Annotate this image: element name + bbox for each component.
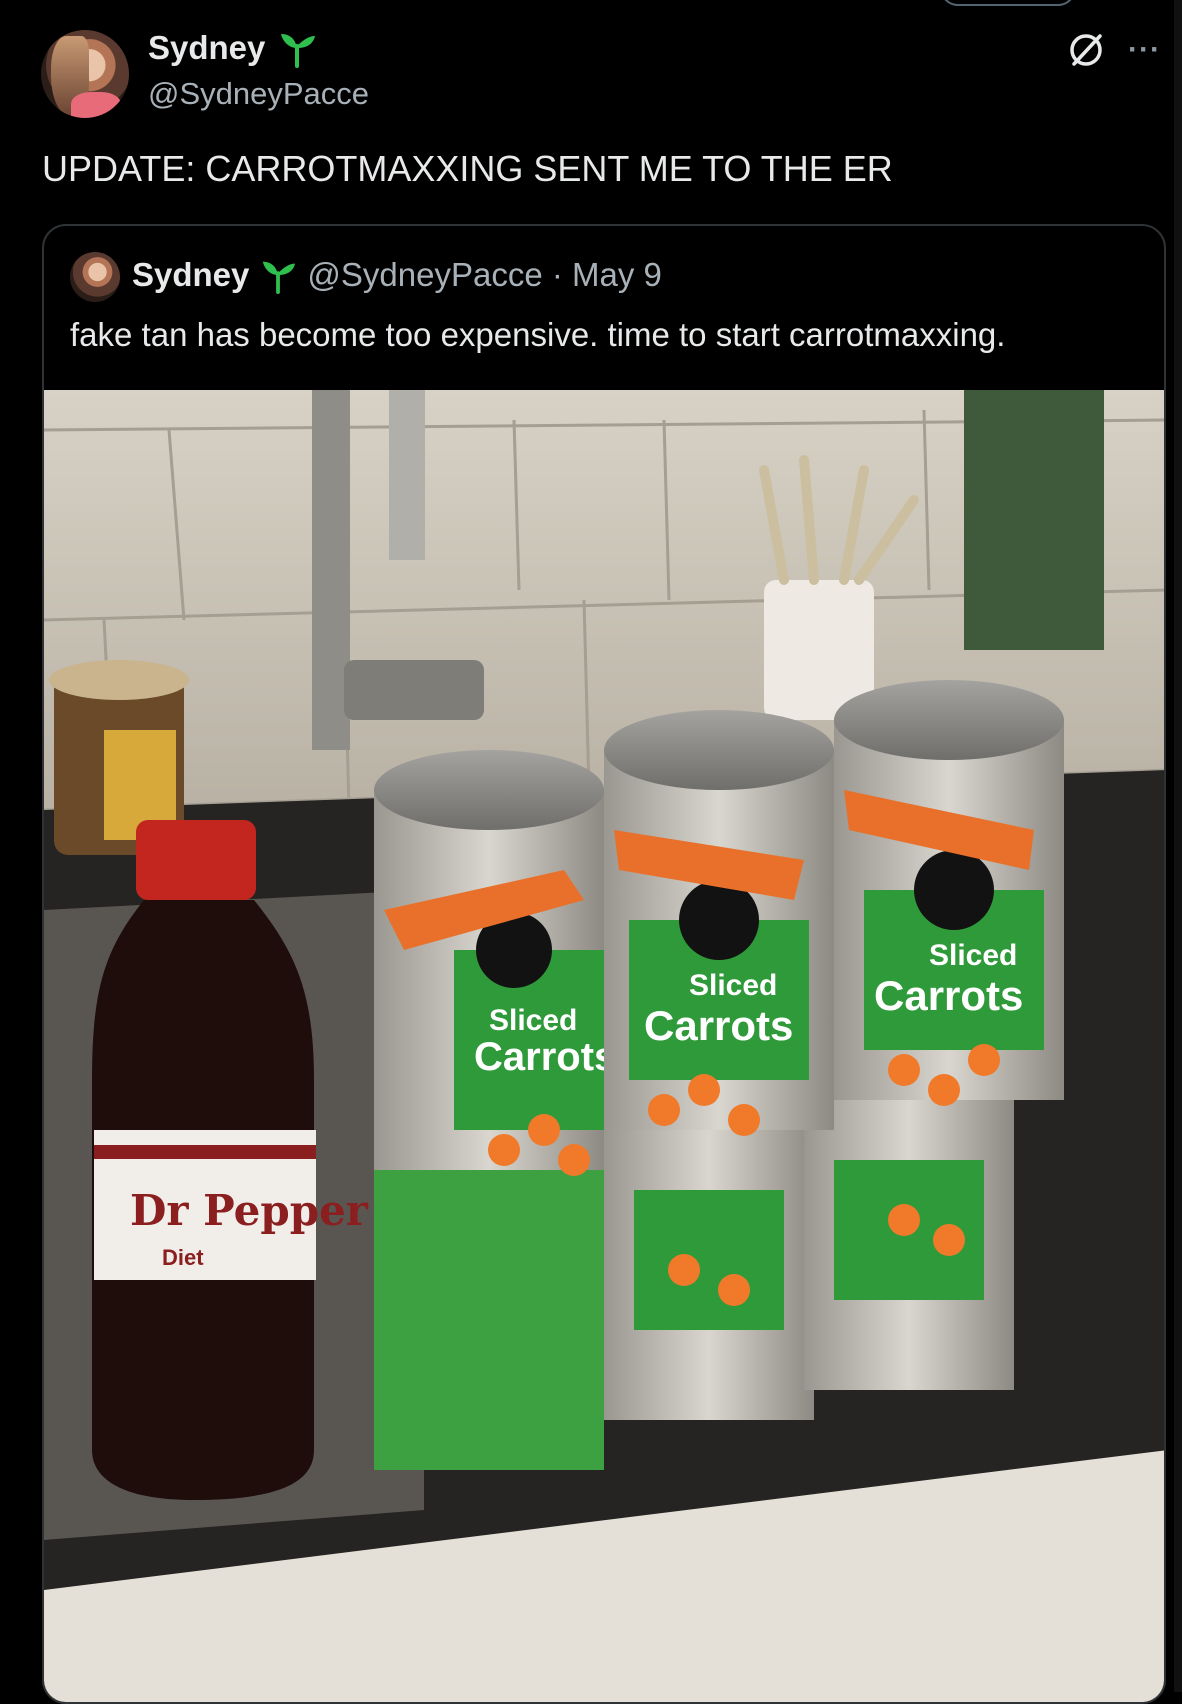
grok-icon[interactable] <box>1066 30 1106 70</box>
scrollbar-track[interactable] <box>1174 0 1182 1692</box>
author-handle[interactable]: @SydneyPacce <box>148 76 369 112</box>
author-display-name[interactable]: Sydney <box>148 29 265 67</box>
quoted-header: Sydney @SydneyPacce · May 9 <box>132 256 662 294</box>
faucet-head <box>389 390 425 560</box>
avatar[interactable] <box>41 30 129 118</box>
quoted-display-name[interactable]: Sydney <box>132 256 249 294</box>
quoted-photo[interactable]: Dr Pepper Diet Sliced Carrots Sliced Car… <box>44 390 1164 1702</box>
can2-line1: Sliced <box>689 969 777 1002</box>
faucet-handle <box>344 660 484 720</box>
avatar-shirt <box>71 92 121 118</box>
can1-line1: Sliced <box>489 1004 577 1037</box>
more-options-icon[interactable]: ··· <box>1128 33 1161 67</box>
top-pill-button[interactable] <box>940 0 1076 6</box>
quoted-handle-date[interactable]: @SydneyPacce · May 9 <box>307 256 661 294</box>
can3-line1: Sliced <box>929 939 1017 972</box>
bottle-variant-text: Diet <box>162 1245 204 1270</box>
candle-lid <box>49 660 189 700</box>
bottle-brand-text: Dr Pepper <box>130 1186 369 1235</box>
quoted-text: fake tan has become too expensive. time … <box>70 316 1006 353</box>
quoted-avatar[interactable] <box>70 252 120 302</box>
author-name-row[interactable]: Sydney <box>148 28 369 68</box>
tweet-text: UPDATE: CARROTMAXXING SENT ME TO THE ER <box>42 148 893 189</box>
quoted-tweet[interactable]: Sydney @SydneyPacce · May 9 fake tan has… <box>42 224 1166 1704</box>
sprout-icon <box>281 34 316 68</box>
can-stack: Sliced Carrots Sliced Carrots Sliced Car… <box>374 680 1064 1470</box>
can3-line2: Carrots <box>874 972 1023 1019</box>
author-block: Sydney @SydneyPacce <box>148 28 369 112</box>
sprout-icon <box>263 261 296 294</box>
photo-illustration: Dr Pepper Diet Sliced Carrots Sliced Car… <box>44 390 1164 1702</box>
can2-line2: Carrots <box>644 1002 793 1049</box>
decor-box <box>964 390 1104 650</box>
can1-line2: Carrots <box>474 1035 616 1079</box>
tweet-card: Sydney @SydneyPacce ··· UPDATE: CARROTMA… <box>0 0 1182 1704</box>
